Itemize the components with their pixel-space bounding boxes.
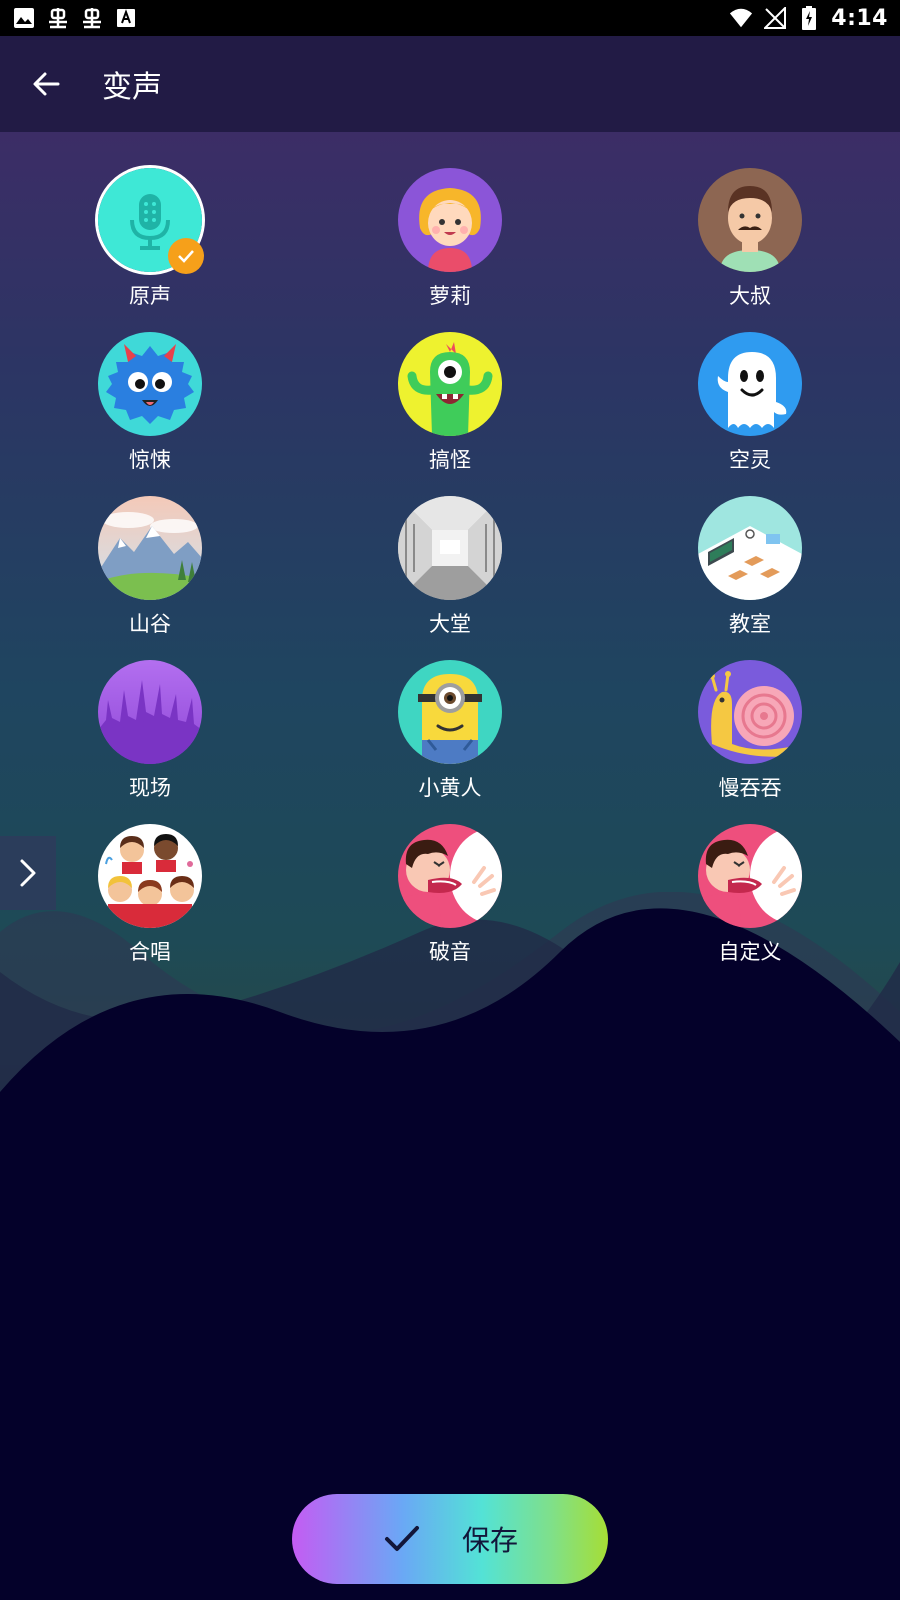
wifi-icon (729, 6, 753, 30)
voice-avatar (98, 168, 204, 274)
voice-label: 慢吞吞 (718, 776, 782, 800)
a-badge-icon (114, 6, 138, 30)
voice-label: 原声 (129, 284, 171, 308)
voice-label: 萝莉 (429, 284, 471, 308)
voice-label: 大叔 (729, 284, 771, 308)
battery-charging-icon (797, 6, 821, 30)
classroom-icon (698, 496, 802, 600)
shouting-man-icon (398, 824, 502, 928)
voice-avatar (398, 168, 502, 272)
voice-item-live[interactable]: 现场 (0, 660, 300, 824)
voice-avatar (98, 332, 202, 436)
voice-avatar (698, 496, 802, 600)
choir-icon (98, 824, 202, 928)
voice-avatar (398, 660, 502, 764)
voice-label: 空灵 (729, 448, 771, 472)
check-icon (178, 250, 194, 263)
voice-label: 自定义 (718, 940, 782, 964)
side-expand-handle[interactable] (0, 836, 56, 910)
voice-label: 大堂 (429, 612, 471, 636)
save-button-label: 保存 (461, 1524, 518, 1557)
back-button[interactable] (16, 54, 76, 114)
voice-label: 小黄人 (418, 776, 482, 800)
voice-avatar (98, 660, 202, 764)
app-bar: 变声 (0, 36, 900, 132)
voice-item-ethereal[interactable]: 空灵 (600, 332, 900, 496)
voice-item-valley[interactable]: 山谷 (0, 496, 300, 660)
selected-check-badge (168, 238, 204, 274)
snail-icon (698, 660, 802, 764)
voice-item-original[interactable]: 原声 (0, 168, 300, 332)
bug-icon (46, 6, 70, 30)
voice-label: 合唱 (129, 940, 171, 964)
voice-label: 惊悚 (129, 448, 171, 472)
voice-avatar (698, 168, 802, 272)
voice-item-custom[interactable]: 自定义 (600, 824, 900, 988)
voice-avatar (398, 332, 502, 436)
concert-crowd-icon (98, 660, 202, 764)
ghost-icon (698, 332, 802, 436)
girl-icon (398, 168, 502, 272)
save-button[interactable]: 保存 (292, 1494, 608, 1584)
shouting-man-icon (698, 824, 802, 928)
voice-label: 搞怪 (429, 448, 471, 472)
voice-item-thriller[interactable]: 惊悚 (0, 332, 300, 496)
voice-effect-grid: 原声 萝莉 大叔 惊悚 搞怪 空灵 山谷 大堂 教室 现场 小黄人 慢吞吞 合唱… (0, 168, 900, 988)
voice-item-classroom[interactable]: 教室 (600, 496, 900, 660)
hall-icon (398, 496, 502, 600)
voice-avatar (398, 496, 502, 600)
voice-avatar (98, 824, 202, 928)
blue-monster-icon (98, 332, 202, 436)
status-time: 4:14 (831, 5, 888, 31)
voice-label: 破音 (429, 940, 471, 964)
voice-avatar (98, 496, 202, 600)
check-icon (382, 1519, 422, 1559)
page-title: 变声 (102, 70, 162, 105)
image-icon (12, 6, 36, 30)
no-signal-icon (763, 6, 787, 30)
minion-icon (398, 660, 502, 764)
mountain-valley-icon (98, 496, 202, 600)
voice-item-funny[interactable]: 搞怪 (300, 332, 600, 496)
voice-item-loli[interactable]: 萝莉 (300, 168, 600, 332)
chevron-right-icon (20, 859, 36, 887)
green-alien-icon (398, 332, 502, 436)
voice-item-minion[interactable]: 小黄人 (300, 660, 600, 824)
voice-item-hall[interactable]: 大堂 (300, 496, 600, 660)
voice-avatar (698, 660, 802, 764)
status-left-icons (12, 6, 138, 30)
voice-label: 现场 (129, 776, 171, 800)
voice-avatar (698, 824, 802, 928)
status-bar: 4:14 (0, 0, 900, 36)
voice-avatar (698, 332, 802, 436)
status-right-icons: 4:14 (729, 6, 888, 31)
bug-icon (80, 6, 104, 30)
voice-item-cracked[interactable]: 破音 (300, 824, 600, 988)
voice-label: 山谷 (129, 612, 171, 636)
voice-item-uncle[interactable]: 大叔 (600, 168, 900, 332)
voice-label: 教室 (729, 612, 771, 636)
voice-avatar (398, 824, 502, 928)
voice-item-slow[interactable]: 慢吞吞 (600, 660, 900, 824)
mustache-man-icon (698, 168, 802, 272)
back-arrow-icon (33, 72, 60, 96)
